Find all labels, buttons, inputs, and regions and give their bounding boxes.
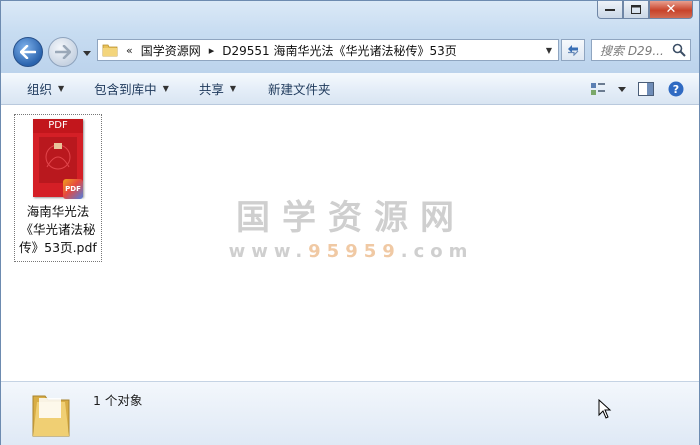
cover-pattern-icon: [45, 143, 71, 170]
breadcrumb-item-current[interactable]: D29551 海南华光法《华光诸法秘传》53页: [222, 42, 457, 59]
watermark-title: 国学资源网: [236, 198, 466, 238]
chevron-down-icon: ▼: [58, 84, 65, 93]
back-button[interactable]: [13, 37, 43, 67]
share-label: 共享: [198, 82, 224, 97]
explorer-window: ✕ « 国学资源网 ▸ D29551 海南华光法《华光诸法秘传》53页 ▼ 搜索…: [0, 0, 700, 445]
close-button[interactable]: ✕: [649, 1, 693, 19]
forward-button[interactable]: [48, 37, 78, 67]
view-tiles-icon: [591, 83, 605, 95]
refresh-button[interactable]: [561, 39, 585, 61]
details-pane: 1 个对象: [1, 381, 699, 445]
folder-icon: [102, 44, 118, 57]
search-placeholder: 搜索 D29...: [600, 43, 664, 58]
organize-button[interactable]: 组织 ▼: [1, 77, 76, 101]
pdf-cover-art: [39, 137, 77, 183]
breadcrumb-overflow[interactable]: «: [126, 44, 133, 57]
search-input[interactable]: 搜索 D29...: [591, 39, 691, 61]
item-count-label: 1 个对象: [93, 393, 143, 408]
view-controls: ?: [585, 77, 689, 101]
back-arrow-icon: [20, 45, 36, 59]
mouse-cursor-icon: [598, 399, 612, 419]
new-folder-button[interactable]: 新建文件夹: [248, 77, 343, 101]
breadcrumb-separator[interactable]: ▸: [209, 44, 215, 57]
preview-pane-icon: [638, 82, 654, 96]
chevron-down-icon: [83, 50, 91, 56]
share-button[interactable]: 共享 ▼: [181, 77, 248, 101]
title-bar: ✕ « 国学资源网 ▸ D29551 海南华光法《华光诸法秘传》53页 ▼ 搜索…: [1, 1, 699, 73]
chevron-down-icon: ▼: [229, 84, 237, 93]
search-icon: [672, 43, 686, 57]
file-name-label: 海南华光法《华光诸法秘传》53页.pdf: [19, 204, 97, 255]
svg-text:?: ?: [673, 83, 679, 96]
close-icon: ✕: [665, 2, 677, 17]
file-list-area[interactable]: 国学资源网 www.95959.com PDF PDF 海南华光法《华光诸法秘传…: [1, 106, 699, 381]
watermark-url: www.95959.com: [228, 241, 474, 262]
minimize-icon: [605, 8, 615, 11]
watermark: 国学资源网 www.95959.com: [201, 190, 501, 262]
preview-pane-button[interactable]: [633, 77, 659, 101]
command-bar: 组织 ▼ 包含到库中 ▼ 共享 ▼ 新建文件夹 ?: [1, 73, 699, 105]
caption-buttons: ✕: [597, 1, 693, 19]
forward-arrow-icon: [55, 45, 71, 59]
chevron-down-icon: [618, 86, 626, 92]
recent-pages-dropdown[interactable]: [81, 47, 93, 59]
change-view-button[interactable]: [585, 77, 611, 101]
pdf-badge-icon: PDF: [63, 179, 83, 199]
maximize-button[interactable]: [623, 1, 649, 19]
address-bar[interactable]: « 国学资源网 ▸ D29551 海南华光法《华光诸法秘传》53页 ▼: [97, 39, 559, 61]
refresh-icon: [568, 45, 579, 56]
include-library-button[interactable]: 包含到库中 ▼: [76, 77, 181, 101]
pdf-thumb-label: PDF: [33, 119, 83, 133]
new-folder-label: 新建文件夹: [268, 82, 331, 97]
view-options-dropdown[interactable]: [615, 77, 629, 101]
help-button[interactable]: ?: [663, 77, 689, 101]
address-dropdown-icon[interactable]: ▼: [546, 46, 552, 55]
minimize-button[interactable]: [597, 1, 623, 19]
pdf-thumbnail: PDF PDF: [33, 119, 83, 199]
help-icon: ?: [668, 81, 684, 97]
include-library-label: 包含到库中: [94, 82, 157, 97]
organize-label: 组织: [27, 82, 53, 97]
breadcrumb-item-root[interactable]: 国学资源网: [141, 42, 201, 59]
folder-large-icon: [32, 395, 70, 437]
maximize-icon: [631, 5, 641, 14]
file-item[interactable]: PDF PDF 海南华光法《华光诸法秘传》53页.pdf: [14, 114, 102, 262]
chevron-down-icon: ▼: [162, 84, 169, 93]
